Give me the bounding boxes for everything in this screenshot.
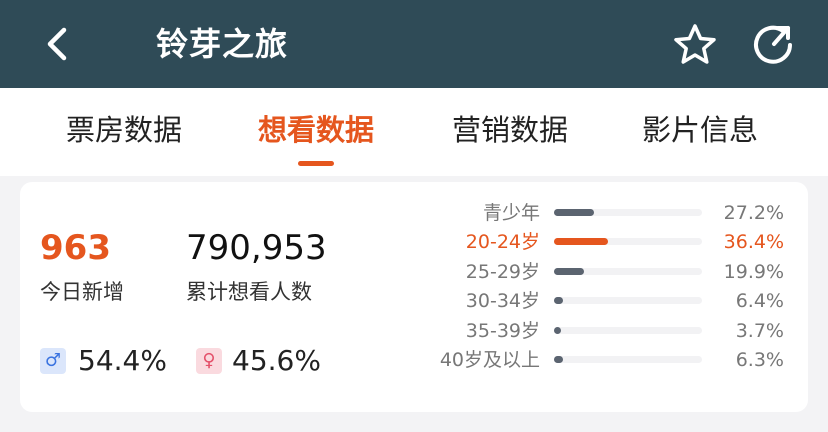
age-row: 25-29岁 19.9% xyxy=(20,257,808,287)
age-row: 青少年 27.2% xyxy=(20,198,808,228)
age-bar-track xyxy=(554,297,702,304)
age-group-percent: 6.3% xyxy=(735,349,784,371)
age-group-label: 青少年 xyxy=(482,202,540,224)
age-bar-fill xyxy=(554,356,563,363)
share-arrow-icon[interactable] xyxy=(750,22,796,68)
top-bar: 铃芽之旅 xyxy=(0,0,828,88)
age-bar-fill xyxy=(554,268,584,275)
age-bar-fill xyxy=(554,297,563,304)
age-bar-track xyxy=(554,327,702,334)
age-bar-fill xyxy=(554,327,561,334)
tab-box-office[interactable]: 票房数据 xyxy=(66,110,182,150)
age-row: 30-34岁 6.4% xyxy=(20,286,808,316)
tab-marketing[interactable]: 营销数据 xyxy=(452,110,568,150)
want-to-see-card: 963 今日新增 790,953 累计想看人数 ♂ 54.4% ♀ 45.6% … xyxy=(20,182,808,412)
age-bar-track xyxy=(554,238,702,245)
age-group-percent: 27.2% xyxy=(723,202,784,224)
age-group-label: 35-39岁 xyxy=(465,320,540,342)
active-tab-indicator xyxy=(298,161,334,166)
age-group-percent: 6.4% xyxy=(735,290,784,312)
age-group-percent: 36.4% xyxy=(723,231,784,253)
age-row: 20-24岁 36.4% xyxy=(20,227,808,257)
tab-want-to-see[interactable]: 想看数据 xyxy=(258,110,374,150)
age-bar-track xyxy=(554,268,702,275)
chevron-left-icon[interactable] xyxy=(38,22,78,66)
age-bar-fill xyxy=(554,238,608,245)
age-group-label: 20-24岁 xyxy=(465,231,540,253)
page-title: 铃芽之旅 xyxy=(156,25,289,63)
age-group-label: 30-34岁 xyxy=(465,290,540,312)
age-row: 35-39岁 3.7% xyxy=(20,316,808,346)
age-row: 40岁及以上 6.3% xyxy=(20,345,808,375)
age-bar-track xyxy=(554,209,702,216)
age-group-percent: 3.7% xyxy=(735,320,784,342)
age-bar-fill xyxy=(554,209,594,216)
age-group-label: 40岁及以上 xyxy=(439,349,540,371)
star-outline-icon[interactable] xyxy=(672,22,718,68)
age-group-percent: 19.9% xyxy=(723,261,784,283)
tab-bar: 票房数据 想看数据 营销数据 影片信息 xyxy=(0,88,828,176)
tab-film-info[interactable]: 影片信息 xyxy=(642,110,758,150)
age-group-label: 25-29岁 xyxy=(465,261,540,283)
age-bar-track xyxy=(554,356,702,363)
